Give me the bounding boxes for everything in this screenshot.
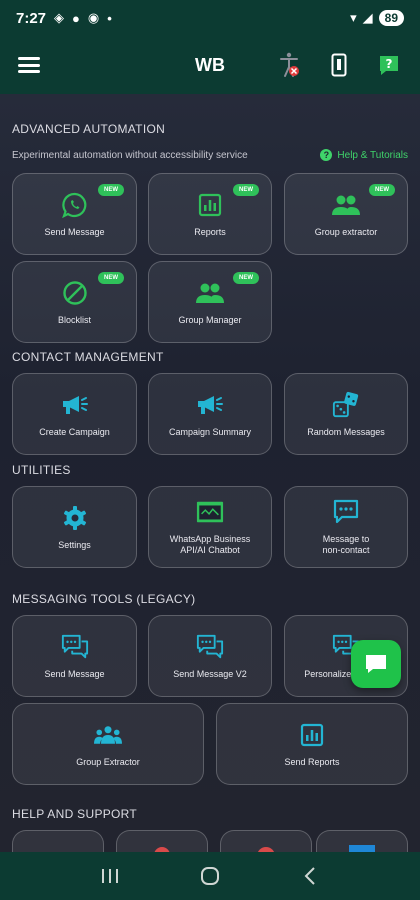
card-send-reports[interactable]: Send Reports — [216, 703, 408, 785]
group-icon — [332, 191, 360, 219]
block-icon — [61, 279, 89, 307]
accessibility-off-icon[interactable] — [276, 52, 302, 78]
card-help-2[interactable] — [116, 830, 208, 852]
megaphone-icon — [196, 391, 224, 419]
card-legacy-send-message-v2[interactable]: Send Message V2 — [148, 615, 272, 697]
back-icon[interactable] — [295, 861, 325, 891]
dot-icon: • — [107, 10, 112, 26]
group-icon — [196, 279, 224, 307]
notification-icon: ◈ — [54, 10, 65, 25]
card-label-line2: non-contact — [322, 545, 370, 555]
card-legacy-send-message[interactable]: Send Message — [12, 615, 137, 697]
section-title-contact: CONTACT MANAGEMENT — [12, 350, 164, 364]
help-4-icon — [349, 845, 375, 852]
app-notification-icon: ◉ — [87, 10, 100, 25]
gear-icon — [61, 504, 89, 532]
chat-notification-icon: ● — [72, 10, 80, 26]
card-label: Create Campaign — [39, 426, 110, 437]
card-message-non-contact[interactable]: Message to non-contact — [284, 486, 408, 568]
section-title-help: HELP AND SUPPORT — [12, 807, 138, 821]
card-campaign-summary[interactable]: Campaign Summary — [148, 373, 272, 455]
card-label-line1: WhatsApp Business — [169, 534, 251, 544]
card-label: WhatsApp Business API/AI Chatbot — [166, 534, 255, 556]
card-label: Send Message — [44, 668, 105, 679]
section-title-advanced: ADVANCED AUTOMATION — [12, 122, 166, 136]
card-label: Reports — [194, 226, 226, 237]
card-settings[interactable]: Settings — [12, 486, 137, 568]
group-icon — [94, 721, 122, 749]
card-help-4[interactable] — [316, 830, 408, 852]
whatsapp-icon — [61, 191, 89, 219]
main-content[interactable]: ADVANCED AUTOMATION Experimental automat… — [0, 94, 420, 852]
status-bar: 7:27 ◈ ● ◉ • ▾ ◢ 89 — [0, 0, 420, 36]
signal-icon: ◢ — [362, 10, 373, 25]
card-label-line2: API/AI Chatbot — [180, 545, 240, 555]
card-label: Settings — [58, 539, 91, 550]
card-label: Send Reports — [284, 756, 340, 767]
card-create-campaign[interactable]: Create Campaign — [12, 373, 137, 455]
report-icon — [298, 721, 326, 749]
card-reports[interactable]: NEW Reports — [148, 173, 272, 255]
card-random-messages[interactable]: Random Messages — [284, 373, 408, 455]
chat-support-button[interactable] — [351, 640, 401, 688]
card-label: Group Extractor — [76, 756, 140, 767]
card-label: Message to non-contact — [318, 534, 373, 556]
section-title-utilities: UTILITIES — [12, 463, 71, 477]
recent-apps-icon[interactable] — [95, 861, 125, 891]
battery-level: 89 — [378, 10, 404, 26]
help-circle-icon: ? — [320, 149, 333, 161]
card-send-message[interactable]: NEW Send Message — [12, 173, 137, 255]
megaphone-icon — [61, 391, 89, 419]
card-label: Campaign Summary — [168, 426, 252, 437]
section-title-legacy: MESSAGING TOOLS (LEGACY) — [12, 592, 196, 606]
new-badge: NEW — [233, 272, 259, 284]
card-label: Send Message — [44, 226, 105, 237]
card-group-manager[interactable]: NEW Group Manager — [148, 261, 272, 343]
phone-icon[interactable] — [326, 52, 352, 78]
app-bar: WB ? — [0, 36, 420, 94]
home-icon[interactable] — [195, 861, 225, 891]
card-label: Blocklist — [57, 314, 91, 325]
help-tutorials-label: Help & Tutorials — [337, 149, 408, 161]
chat-icon — [332, 498, 360, 526]
new-badge: NEW — [98, 184, 124, 196]
help-icon[interactable]: ? — [376, 52, 402, 78]
dice-icon — [332, 391, 360, 419]
card-api-chatbot[interactable]: WhatsApp Business API/AI Chatbot — [148, 486, 272, 568]
card-label: Group extractor — [314, 226, 378, 237]
menu-icon[interactable] — [18, 57, 40, 73]
card-group-extractor[interactable]: NEW Group extractor — [284, 173, 408, 255]
card-label: Random Messages — [307, 426, 385, 437]
chat-bubbles-icon — [196, 633, 224, 661]
help-glyph: ? — [386, 57, 393, 71]
new-badge: NEW — [98, 272, 124, 284]
card-help-3[interactable] — [220, 830, 312, 852]
new-badge: NEW — [369, 184, 395, 196]
help-tutorials-link[interactable]: ? Help & Tutorials — [320, 149, 408, 161]
report-icon — [196, 191, 224, 219]
status-time: 7:27 — [16, 9, 47, 27]
card-help-1[interactable] — [12, 830, 104, 852]
card-label: Send Message V2 — [173, 668, 247, 679]
card-label: Group Manager — [178, 314, 242, 325]
wifi-icon: ▾ — [350, 10, 357, 25]
card-legacy-group-extractor[interactable]: Group Extractor — [12, 703, 204, 785]
api-chatbot-icon — [196, 498, 224, 526]
card-blocklist[interactable]: NEW Blocklist — [12, 261, 137, 343]
card-label-line1: Message to — [322, 534, 370, 544]
new-badge: NEW — [233, 184, 259, 196]
chat-bubbles-icon — [61, 633, 89, 661]
chat-icon — [366, 655, 386, 673]
system-nav-bar — [0, 852, 420, 900]
section-subtitle-advanced: Experimental automation without accessib… — [12, 150, 248, 161]
